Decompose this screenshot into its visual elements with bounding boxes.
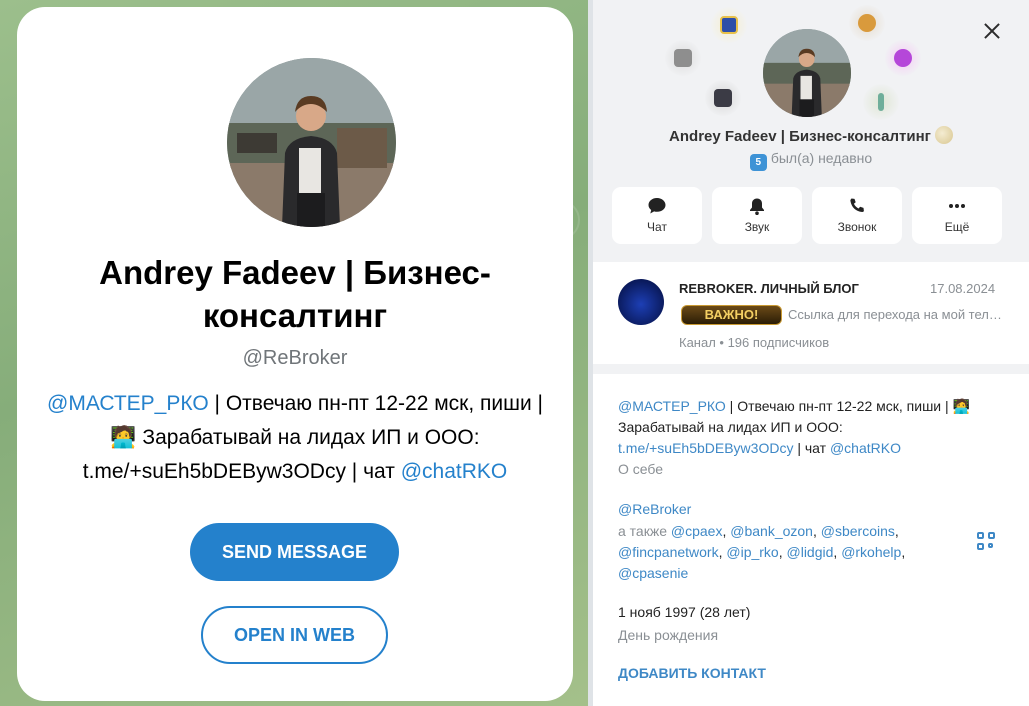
more-dots-icon — [949, 204, 965, 208]
also-username-link[interactable]: @cpaex — [671, 523, 723, 539]
bio-chat-link[interactable]: @chatRKO — [401, 460, 508, 483]
username-link[interactable]: @ReBroker — [618, 499, 968, 520]
avatar — [227, 58, 396, 227]
channel-subtitle: Канал • 196 подписчиков — [679, 335, 830, 350]
username-section: @ReBroker а также @cpaex, @bank_ozon, @s… — [618, 499, 968, 584]
profile-name: Andrey Fadeev | Бизнес-консалтинг — [593, 126, 1029, 145]
also-username-link[interactable]: @ip_rko — [726, 544, 778, 560]
call-action-button[interactable]: Звонок — [812, 187, 902, 244]
profile-status: 5 был(а) недавно — [593, 150, 1029, 171]
add-contact-button[interactable]: ДОБАВИТЬ КОНТАКТ — [618, 665, 766, 681]
gift-icon[interactable] — [849, 5, 885, 41]
bell-icon — [750, 198, 764, 215]
bio-caption: О себе — [618, 461, 664, 477]
gift-icon[interactable] — [711, 7, 747, 43]
chat-bubble-icon — [648, 198, 666, 214]
channel-title[interactable]: REBROKER. ЛИЧНЫЙ БЛОГ — [679, 281, 859, 296]
channel-date: 17.08.2024 — [930, 281, 996, 296]
mute-action-button[interactable]: Звук — [712, 187, 802, 244]
bio-mention-link[interactable]: @МАСТЕР_РКО — [618, 398, 726, 414]
send-message-button[interactable]: SEND MESSAGE — [190, 523, 399, 581]
important-badge: ВАЖНО! — [681, 305, 782, 325]
profile-name: Andrey Fadeev | Бизнес-консалтинг — [99, 254, 491, 334]
also-username-link[interactable]: @sbercoins — [821, 523, 895, 539]
gift-icon[interactable] — [705, 80, 741, 116]
bio-text: | Отвечаю пн-пт 12-22 мск, пиши | — [208, 392, 543, 415]
birthday-value: 1 нояб 1997 (28 лет) — [618, 604, 751, 620]
chat-action-button[interactable]: Чат — [612, 187, 702, 244]
bio-text: @МАСТЕР_РКО | Отвечаю пн-пт 12-22 мск, п… — [618, 398, 970, 456]
section-divider — [593, 364, 1029, 374]
open-in-web-button[interactable]: OPEN IN WEB — [201, 606, 388, 664]
bio-section: @МАСТЕР_РКО | Отвечаю пн-пт 12-22 мск, п… — [618, 396, 1008, 480]
emoji-status-icon[interactable] — [934, 126, 953, 144]
also-username-link[interactable]: @rkohelp — [841, 544, 901, 560]
bio-invite-link[interactable]: t.me/+suEh5bDEByw3ODcy — [618, 440, 793, 456]
birthday-caption: День рождения — [618, 627, 719, 643]
channel-avatar[interactable] — [618, 279, 664, 325]
laptop-user-emoji-icon: 🧑‍💻 — [110, 426, 137, 449]
gift-icon[interactable] — [665, 40, 701, 76]
channel-preview: Ссылка для перехода на мой телеграм — [788, 307, 1003, 322]
profile-username: @ReBroker — [242, 347, 348, 369]
qr-code-icon[interactable] — [977, 532, 995, 550]
laptop-user-emoji-icon: 🧑‍💻 — [952, 398, 970, 414]
level-badge[interactable]: 5 — [749, 154, 767, 171]
bio-chat-link[interactable]: @chatRKO — [830, 440, 901, 456]
avatar[interactable] — [763, 29, 851, 117]
close-icon[interactable] — [981, 20, 1003, 42]
profile-preview-card: Andrey Fadeev | Бизнес-консалтинг @ReBro… — [17, 7, 573, 701]
birthday-section: 1 нояб 1997 (28 лет) День рождения — [618, 602, 750, 646]
more-action-button[interactable]: Ещё — [912, 187, 1002, 244]
also-username-link[interactable]: @lidgid — [787, 544, 834, 560]
gift-icon[interactable] — [885, 40, 921, 76]
profile-panel: Andrey Fadeev | Бизнес-консалтинг 5 был(а… — [593, 0, 1029, 706]
also-username-link[interactable]: @cpasenie — [618, 565, 688, 581]
bio-mention-link[interactable]: @МАСТЕР_РКО — [47, 392, 209, 415]
gift-icon[interactable] — [863, 84, 899, 120]
also-username-link[interactable]: @fincpanetwork — [618, 544, 719, 560]
also-username-link[interactable]: @bank_ozon — [730, 523, 813, 539]
phone-icon — [850, 198, 864, 213]
profile-bio: @МАСТЕР_РКО | Отвечаю пн-пт 12-22 мск, п… — [39, 387, 551, 489]
